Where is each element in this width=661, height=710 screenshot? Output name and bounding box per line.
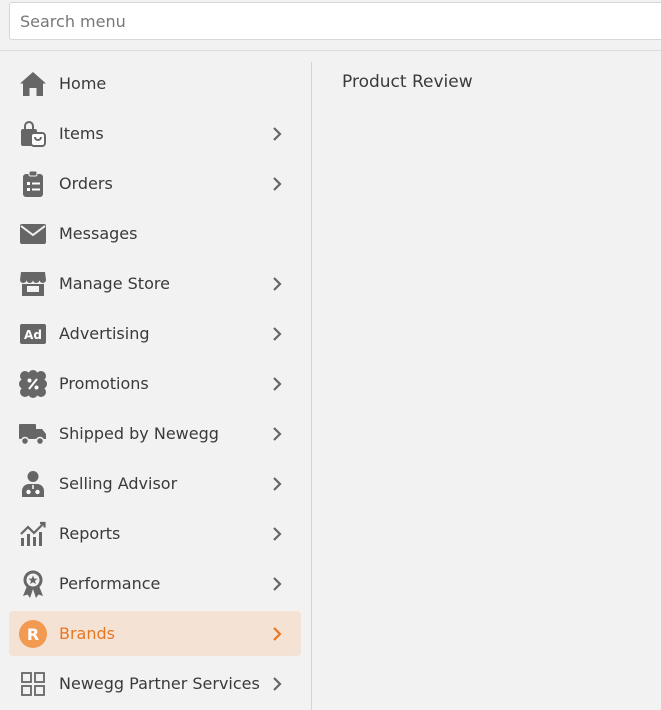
award-ribbon-icon xyxy=(19,570,47,598)
sidebar-item-shipped-by-newegg[interactable]: Shipped by Newegg xyxy=(9,411,301,456)
sidebar-item-label: Promotions xyxy=(59,374,149,393)
sidebar-item-label: Orders xyxy=(59,174,113,193)
brand-badge-letter: R xyxy=(19,620,47,648)
grid-icon xyxy=(19,670,47,698)
sidebar-item-label: Selling Advisor xyxy=(59,474,178,493)
sidebar-item-label: Manage Store xyxy=(59,274,170,293)
sidebar-item-manage-store[interactable]: Manage Store xyxy=(9,261,301,306)
sidebar-item-label: Newegg Partner Services xyxy=(59,674,260,693)
page-title: Product Review xyxy=(342,72,473,92)
chevron-right-icon xyxy=(273,327,282,341)
chevron-right-icon xyxy=(273,277,282,291)
sidebar-item-label: Reports xyxy=(59,524,121,543)
chevron-right-icon xyxy=(273,427,282,441)
chart-icon xyxy=(19,520,47,548)
advisor-icon xyxy=(19,470,47,498)
clipboard-list-icon xyxy=(19,170,47,198)
ad-icon: Ad xyxy=(19,320,47,348)
sidebar-item-items[interactable]: Items xyxy=(9,111,301,156)
sidebar-item-label: Performance xyxy=(59,574,161,593)
sidebar-item-performance[interactable]: Performance xyxy=(9,561,301,606)
sidebar-item-orders[interactable]: Orders xyxy=(9,161,301,206)
chevron-right-icon xyxy=(273,527,282,541)
chevron-right-icon xyxy=(273,477,282,491)
truck-icon xyxy=(19,420,47,448)
sidebar-item-reports[interactable]: Reports xyxy=(9,511,301,556)
sidebar-item-label: Messages xyxy=(59,224,138,243)
sidebar-divider xyxy=(311,62,312,710)
chevron-right-icon xyxy=(273,177,282,191)
sidebar-item-advertising[interactable]: Ad Advertising xyxy=(9,311,301,356)
sidebar-item-home[interactable]: Home xyxy=(9,61,301,106)
search-box xyxy=(9,2,661,40)
app-root: Home Items xyxy=(0,0,661,710)
sidebar-item-label: Advertising xyxy=(59,324,150,343)
chevron-right-icon xyxy=(273,127,282,141)
brand-badge-icon: R xyxy=(19,620,47,648)
sidebar-item-promotions[interactable]: Promotions xyxy=(9,361,301,406)
chevron-right-icon xyxy=(273,677,282,691)
percent-badge-icon xyxy=(19,370,47,398)
svg-text:Ad: Ad xyxy=(24,328,42,342)
search-input[interactable] xyxy=(10,3,661,39)
sidebar-item-newegg-partner-services[interactable]: Newegg Partner Services xyxy=(9,661,301,706)
chevron-right-icon xyxy=(273,577,282,591)
sidebar-item-selling-advisor[interactable]: Selling Advisor xyxy=(9,461,301,506)
sidebar-item-label: Brands xyxy=(59,624,115,643)
sidebar-menu: Home Items Orders Messages Manage Store … xyxy=(9,61,301,710)
sidebar-item-label: Shipped by Newegg xyxy=(59,424,219,443)
sidebar-item-messages[interactable]: Messages xyxy=(9,211,301,256)
envelope-icon xyxy=(19,220,47,248)
home-icon xyxy=(19,70,47,98)
sidebar-item-brands[interactable]: R Brands xyxy=(9,611,301,656)
chevron-right-icon xyxy=(273,377,282,391)
chevron-right-icon xyxy=(273,627,282,641)
sidebar-item-label: Home xyxy=(59,74,107,93)
top-divider xyxy=(0,50,661,51)
sidebar-item-label: Items xyxy=(59,124,104,143)
shopping-bag-icon xyxy=(19,120,47,148)
storefront-icon xyxy=(19,270,47,298)
